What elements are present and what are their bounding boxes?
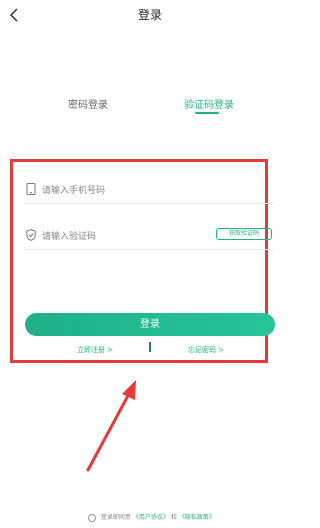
agreement-checkbox[interactable] — [88, 513, 96, 522]
agreement-and: 和 — [170, 514, 177, 521]
user-agreement-link[interactable]: 《用户协议》 — [133, 514, 169, 521]
agreement-row: 登录即同意 《用户协议》 和 《隐私政策》 — [88, 512, 215, 522]
agreement-prefix: 登录即同意 — [100, 514, 131, 521]
privacy-policy-link[interactable]: 《隐私政策》 — [179, 514, 215, 521]
annotation-arrow — [86, 380, 136, 472]
